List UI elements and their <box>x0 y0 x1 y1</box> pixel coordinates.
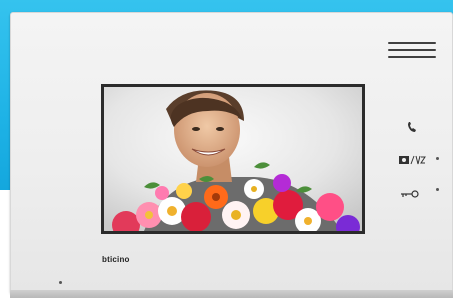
brand-logo: bticino <box>102 255 130 264</box>
photo-image <box>104 87 362 231</box>
screen-photo <box>104 87 362 231</box>
led-dot <box>436 188 439 191</box>
status-led <box>59 281 62 284</box>
speaker-grille-icon <box>388 42 436 58</box>
handset-icon[interactable] <box>407 120 417 138</box>
key-icon[interactable] <box>400 185 420 203</box>
camera-switch-icon[interactable] <box>399 152 427 170</box>
display-screen <box>101 84 365 234</box>
device-bottom-edge <box>10 290 453 298</box>
led-dot <box>436 157 439 160</box>
